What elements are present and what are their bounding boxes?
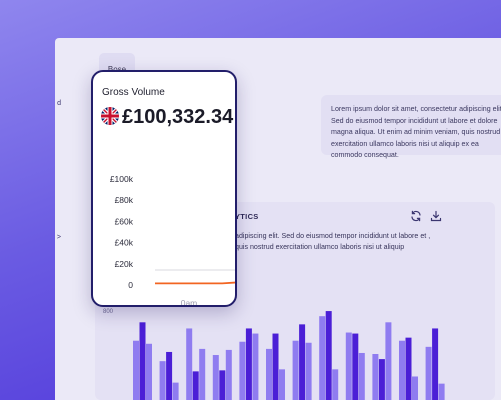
bar	[385, 322, 392, 400]
bar	[172, 382, 179, 400]
gross-volume-card[interactable]: Gross Volume £100,332.34 £100k £80k £60k £4…	[91, 70, 237, 307]
bar	[245, 328, 252, 400]
gross-volume-amount: £100,332.34	[122, 106, 234, 128]
bar	[192, 371, 199, 400]
y-tick-label: £80k	[115, 195, 134, 205]
uk-flag-icon	[101, 107, 119, 125]
y-tick-label: 0	[128, 280, 133, 290]
bar	[219, 370, 226, 400]
bar	[332, 369, 339, 400]
bar	[272, 333, 279, 400]
analytics-description: adipiscing elit. Sed do eiusmod tempor i…	[235, 232, 431, 252]
sidebar-stub-text-1: d	[57, 100, 61, 107]
bar	[399, 340, 405, 400]
y-tick-label: 800	[103, 309, 114, 315]
bar	[412, 376, 418, 400]
bar	[166, 351, 173, 400]
refresh-icon[interactable]	[410, 210, 422, 222]
bar	[352, 333, 359, 400]
bar	[139, 322, 146, 400]
bar	[252, 333, 259, 400]
bar	[279, 369, 285, 400]
gross-volume-title: Gross Volume	[102, 87, 165, 98]
bar	[432, 328, 439, 400]
y-tick-label: £100k	[110, 174, 134, 184]
series-line	[155, 281, 235, 285]
bar	[133, 340, 139, 400]
bar	[405, 337, 412, 400]
bar	[146, 343, 152, 400]
bar	[378, 359, 385, 400]
bar	[345, 332, 352, 400]
bar	[266, 348, 272, 400]
bar	[239, 341, 246, 400]
bar	[372, 354, 379, 400]
analytics-bar-chart: 800	[103, 309, 445, 400]
info-card: Lorem ipsum dolor sit amet, consectetur …	[321, 95, 501, 159]
analytics-title: YTICS	[235, 212, 259, 221]
bar	[425, 346, 432, 400]
bar	[438, 383, 445, 400]
x-tick-label: 0am	[181, 298, 198, 307]
info-card-text: Lorem ipsum dolor sit amet, consectetur …	[331, 105, 501, 159]
bar	[212, 355, 219, 400]
bar	[325, 311, 332, 400]
y-tick-label: £60k	[115, 216, 134, 226]
sidebar-stub-text-2: >	[56, 234, 61, 241]
sidebar-edge: d >	[0, 38, 61, 400]
bar	[292, 340, 299, 400]
bar	[319, 316, 326, 400]
bar	[358, 352, 365, 400]
download-icon[interactable]	[430, 210, 442, 222]
bar	[305, 342, 312, 400]
bar	[225, 349, 232, 400]
y-tick-label: £40k	[115, 238, 134, 248]
bar	[186, 328, 193, 400]
bar	[299, 324, 306, 400]
bar	[199, 348, 206, 400]
gross-volume-line-chart: £100k £80k £60k £40k £20k 0 0am	[110, 174, 235, 307]
y-tick-label: £20k	[115, 259, 134, 269]
bar	[159, 361, 166, 400]
